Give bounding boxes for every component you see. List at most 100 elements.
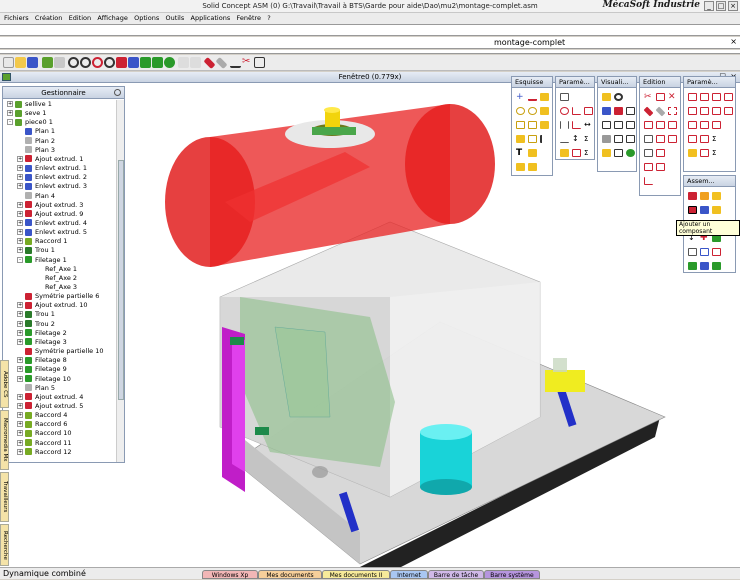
expand-toggle-icon[interactable]: + bbox=[17, 366, 23, 373]
expand-toggle-icon[interactable]: + bbox=[17, 430, 23, 437]
eraser-icon[interactable] bbox=[203, 56, 216, 70]
expand-toggle-icon[interactable]: + bbox=[17, 229, 23, 236]
menu-creation[interactable]: Création bbox=[35, 14, 63, 22]
param-4-icon[interactable] bbox=[724, 93, 733, 101]
assembly-1-icon[interactable] bbox=[688, 192, 697, 200]
fillet-sketch-icon[interactable] bbox=[516, 135, 525, 143]
expand-toggle-icon[interactable]: + bbox=[7, 101, 13, 107]
param-warning-icon[interactable] bbox=[688, 149, 697, 157]
mirror-sketch-icon[interactable] bbox=[516, 163, 525, 171]
tree-item[interactable]: + Enlevt extrud. 2 bbox=[17, 173, 87, 182]
axis-line-icon[interactable] bbox=[540, 135, 549, 143]
delete-icon[interactable]: ✕ bbox=[668, 93, 677, 102]
expand-toggle-icon[interactable]: + bbox=[17, 448, 23, 455]
top-view-icon[interactable] bbox=[614, 107, 623, 115]
expand-toggle-icon[interactable]: + bbox=[17, 302, 23, 309]
minimize-button[interactable]: _ bbox=[704, 1, 714, 11]
cut-tool-icon[interactable]: ✂ bbox=[644, 93, 653, 102]
tree-item[interactable]: Plan 4 bbox=[17, 192, 55, 201]
tree-item[interactable]: Symétrie partielle 6 bbox=[17, 292, 99, 301]
zoom-window-icon[interactable] bbox=[104, 57, 115, 68]
assembly-4-icon[interactable] bbox=[712, 206, 721, 214]
assembly-10-icon[interactable] bbox=[688, 262, 697, 270]
group-icon[interactable] bbox=[644, 149, 653, 157]
tangent-icon[interactable] bbox=[584, 107, 593, 115]
command-bar[interactable] bbox=[0, 24, 740, 36]
copy-icon[interactable] bbox=[656, 93, 665, 101]
shaded-icon[interactable] bbox=[602, 135, 611, 143]
expand-toggle-icon[interactable]: + bbox=[17, 155, 23, 162]
tree-item[interactable]: + Filetage 9 bbox=[17, 365, 67, 374]
shade-icon[interactable] bbox=[140, 57, 151, 68]
expand-toggle-icon[interactable]: + bbox=[17, 210, 23, 217]
tree-item[interactable]: + Trou 1 bbox=[17, 310, 55, 319]
expand-toggle-icon[interactable]: + bbox=[17, 329, 23, 336]
expand-toggle-icon[interactable]: + bbox=[17, 174, 23, 181]
expand-toggle-icon[interactable]: + bbox=[17, 320, 23, 327]
sum-icon[interactable]: Σ bbox=[584, 135, 593, 143]
tree-item[interactable]: + Enlevt extrud. 1 bbox=[17, 164, 87, 173]
maximize-button[interactable]: □ bbox=[716, 1, 726, 11]
expand-toggle-icon[interactable]: + bbox=[17, 183, 23, 190]
import-icon[interactable] bbox=[42, 57, 53, 68]
menu-fichiers[interactable]: Fichiers bbox=[4, 14, 29, 22]
param-sum-icon[interactable]: Σ bbox=[712, 135, 721, 143]
print-icon[interactable] bbox=[54, 57, 65, 68]
redo-icon[interactable] bbox=[190, 57, 201, 68]
param-8-icon[interactable] bbox=[724, 107, 733, 115]
expand-toggle-icon[interactable]: + bbox=[17, 338, 23, 345]
expand-toggle-icon[interactable]: + bbox=[7, 110, 13, 117]
tree-item[interactable]: + Ajout extrud. 1 bbox=[17, 155, 83, 164]
iso-icon[interactable] bbox=[626, 121, 635, 129]
taskbar-tab-barre-systeme[interactable]: Barre système bbox=[484, 570, 540, 579]
assembly-2-icon[interactable] bbox=[700, 192, 709, 200]
zoom-in-icon[interactable] bbox=[80, 57, 91, 68]
tree-item[interactable]: + Filetage 8 bbox=[17, 356, 67, 365]
param-10-icon[interactable] bbox=[700, 121, 709, 129]
tree-item[interactable]: + Raccord 12 bbox=[17, 448, 72, 457]
tree-item[interactable]: Ref_Axe 3 bbox=[27, 283, 77, 292]
assembly-8-icon[interactable] bbox=[700, 248, 709, 256]
tree-item[interactable]: + Enlevt extrud. 3 bbox=[17, 182, 87, 191]
horizontal-icon[interactable]: ↔ bbox=[584, 121, 593, 129]
offset-icon[interactable] bbox=[540, 121, 549, 129]
tree-item[interactable]: - Filetage 1 bbox=[17, 256, 67, 265]
erase-tool-icon[interactable] bbox=[643, 106, 654, 117]
manager-collapse-icon[interactable] bbox=[114, 89, 121, 96]
move-icon[interactable] bbox=[644, 121, 653, 129]
polygon-icon[interactable] bbox=[528, 121, 537, 129]
tree-item[interactable]: + Enlevt extrud. 5 bbox=[17, 228, 87, 237]
join-icon[interactable] bbox=[656, 163, 665, 171]
align-icon[interactable] bbox=[668, 135, 677, 143]
expand-toggle-icon[interactable]: + bbox=[17, 311, 23, 318]
expand-toggle-icon[interactable]: + bbox=[17, 238, 23, 245]
rotate-tool-icon[interactable] bbox=[656, 121, 665, 129]
param-5-icon[interactable] bbox=[688, 107, 697, 115]
expand-toggle-icon[interactable]: + bbox=[17, 439, 23, 446]
expand-toggle-icon[interactable]: + bbox=[17, 201, 23, 208]
tree-item[interactable]: + Filetage 3 bbox=[17, 338, 67, 347]
menu-affichage[interactable]: Affichage bbox=[97, 14, 128, 22]
param-12-icon[interactable] bbox=[688, 135, 697, 143]
tree-item[interactable]: Ref_Axe 1 bbox=[27, 265, 77, 274]
ungroup-icon[interactable] bbox=[656, 149, 665, 157]
side-tab-travailleurs[interactable]: Travailleurs bbox=[0, 472, 9, 522]
expand-toggle-icon[interactable]: + bbox=[17, 247, 23, 254]
param-sum2-icon[interactable]: Σ bbox=[712, 149, 721, 157]
param-7-icon[interactable] bbox=[712, 107, 721, 115]
light-icon[interactable] bbox=[602, 149, 611, 157]
new-icon[interactable] bbox=[3, 57, 14, 68]
section-icon[interactable] bbox=[614, 149, 623, 157]
assembly-12-icon[interactable] bbox=[712, 262, 721, 270]
tree-item[interactable]: + Raccord 4 bbox=[17, 411, 67, 420]
undo-icon[interactable] bbox=[178, 57, 189, 68]
tree-item[interactable]: + Ajout extrud. 10 bbox=[17, 301, 88, 310]
render-icon[interactable] bbox=[152, 57, 163, 68]
close-button[interactable]: × bbox=[728, 1, 738, 11]
menu-edition[interactable]: Edition bbox=[69, 14, 92, 22]
param-14-icon[interactable] bbox=[700, 149, 709, 157]
vertical-icon[interactable]: ↕ bbox=[572, 135, 581, 143]
assembly-3-icon[interactable] bbox=[700, 206, 709, 214]
side-tab-macromedia[interactable]: Macromedia Mx bbox=[0, 410, 9, 470]
add-component-icon[interactable] bbox=[688, 206, 697, 214]
